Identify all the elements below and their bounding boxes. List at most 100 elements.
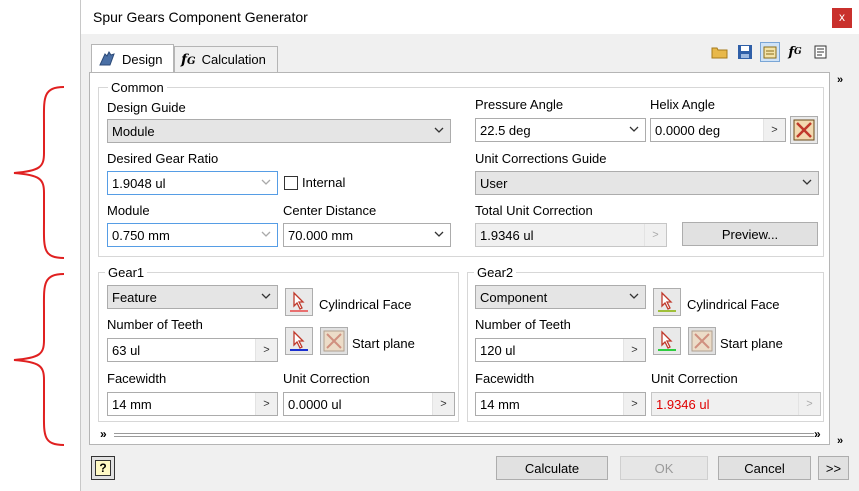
gear1-unit-correction-more-button[interactable]: > — [432, 393, 454, 415]
helix-direction-button[interactable] — [790, 116, 818, 144]
design-guide-select[interactable]: Module — [107, 119, 451, 143]
gear1-teeth-label: Number of Teeth — [107, 317, 203, 332]
chevron-down-icon — [261, 179, 271, 185]
help-icon: ? — [95, 460, 111, 476]
options-icon[interactable] — [760, 42, 780, 62]
gear1-start-plane-label: Start plane — [352, 336, 415, 351]
expand-right-icon-bottom[interactable]: » — [837, 435, 843, 447]
splitter-bar[interactable] — [114, 433, 814, 437]
gear2-start-plane-pick-button[interactable] — [653, 327, 681, 355]
annotation-brace-top — [13, 86, 65, 259]
gear1-teeth-field[interactable]: 63 ul > — [107, 338, 278, 362]
helix-angle-field[interactable]: 0.0000 deg > — [650, 118, 786, 142]
gear2-teeth-more-button[interactable]: > — [623, 339, 645, 361]
pressure-angle-field[interactable]: 22.5 deg — [475, 118, 646, 142]
collapse-down-icon[interactable]: » — [100, 427, 107, 441]
desired-gear-ratio-label: Desired Gear Ratio — [107, 151, 219, 166]
gear1-type-value: Feature — [112, 289, 157, 305]
tab-calculation[interactable]: fG Calculation — [174, 46, 278, 72]
open-folder-icon[interactable] — [710, 42, 730, 62]
design-gear-icon — [99, 51, 115, 66]
pressure-angle-label: Pressure Angle — [475, 97, 564, 112]
gear1-flip-button[interactable] — [320, 327, 348, 355]
center-distance-field[interactable]: 70.000 mm — [283, 223, 451, 247]
annotation-brace-bottom — [13, 273, 65, 446]
unit-corrections-guide-label: Unit Corrections Guide — [475, 151, 607, 166]
helix-angle-more-button[interactable]: > — [763, 119, 785, 141]
gear2-facewidth-field[interactable]: 14 mm > — [475, 392, 646, 416]
gear1-unit-correction-field[interactable]: 0.0000 ul > — [283, 392, 455, 416]
internal-label: Internal — [302, 175, 346, 190]
gear2-cylindrical-face-label: Cylindrical Face — [687, 297, 780, 312]
design-panel: Common Design Guide Module Desired Gear … — [89, 72, 830, 445]
desired-gear-ratio-field[interactable]: 1.9048 ul — [107, 171, 278, 195]
total-unit-correction-value: 1.9346 ul — [480, 227, 534, 243]
gear1-facewidth-more-button[interactable]: > — [255, 393, 277, 415]
gear1-type-select[interactable]: Feature — [107, 285, 278, 309]
chevron-down-icon — [261, 293, 271, 299]
gear1-unit-correction-label: Unit Correction — [283, 371, 370, 386]
tab-design-label: Design — [122, 51, 163, 67]
common-legend: Common — [108, 80, 167, 95]
design-guide-label: Design Guide — [107, 100, 186, 115]
select-arrow-icon — [290, 330, 308, 351]
gear2-type-select[interactable]: Component — [475, 285, 646, 309]
cancel-button[interactable]: Cancel — [718, 456, 811, 480]
gear2-facewidth-value: 14 mm — [480, 396, 520, 412]
gear2-facewidth-label: Facewidth — [475, 371, 535, 386]
pressure-angle-value: 22.5 deg — [480, 122, 531, 138]
center-distance-value: 70.000 mm — [288, 227, 354, 243]
collapse-down-icon-right[interactable]: » — [814, 427, 821, 441]
unit-corrections-guide-value: User — [480, 175, 508, 191]
save-icon[interactable] — [735, 42, 755, 62]
module-value: 0.750 mm — [112, 227, 170, 243]
fx-icon[interactable]: fG — [785, 42, 805, 62]
center-distance-label: Center Distance — [283, 203, 377, 218]
dialog-body: Design fG Calculation fG Common Design G… — [81, 34, 859, 491]
chevron-down-icon — [629, 293, 639, 299]
unit-corrections-guide-select[interactable]: User — [475, 171, 819, 195]
gear2-unit-correction-value: 1.9346 ul — [656, 396, 710, 412]
gear2-teeth-field[interactable]: 120 ul > — [475, 338, 646, 362]
flip-direction-icon — [323, 330, 345, 352]
gear1-start-plane-pick-button[interactable] — [285, 327, 313, 355]
help-button[interactable]: ? — [91, 456, 115, 480]
notes-icon[interactable] — [810, 42, 830, 62]
internal-checkbox[interactable] — [284, 176, 298, 190]
gear1-cylindrical-face-pick-button[interactable] — [285, 288, 313, 316]
helix-angle-label: Helix Angle — [650, 97, 716, 112]
preview-button[interactable]: Preview... — [682, 222, 818, 246]
expand-right-strip[interactable]: » » — [833, 74, 847, 447]
gear2-flip-button[interactable] — [688, 327, 716, 355]
gear2-teeth-value: 120 ul — [480, 342, 516, 358]
more-button[interactable]: >> — [818, 456, 849, 480]
chevron-down-icon — [434, 231, 444, 237]
gear2-facewidth-more-button[interactable]: > — [623, 393, 645, 415]
select-arrow-icon — [290, 291, 308, 312]
module-field[interactable]: 0.750 mm — [107, 223, 278, 247]
close-button[interactable]: x — [832, 8, 852, 28]
tab-calculation-label: Calculation — [201, 52, 266, 67]
gear1-facewidth-field[interactable]: 14 mm > — [107, 392, 278, 416]
gear1-cylindrical-face-label: Cylindrical Face — [319, 297, 412, 312]
gear1-legend: Gear1 — [105, 265, 148, 280]
window-title: Spur Gears Component Generator — [93, 9, 308, 25]
select-arrow-icon — [658, 291, 676, 312]
gear2-legend: Gear2 — [474, 265, 517, 280]
desired-gear-ratio-value: 1.9048 ul — [112, 175, 166, 191]
chevron-down-icon — [629, 126, 639, 132]
gear1-teeth-value: 63 ul — [112, 342, 141, 358]
helix-direction-icon — [793, 119, 815, 141]
helix-angle-value: 0.0000 deg — [655, 122, 721, 138]
gear2-unit-correction-label: Unit Correction — [651, 371, 738, 386]
select-arrow-icon — [658, 330, 676, 351]
gear2-cylindrical-face-pick-button[interactable] — [653, 288, 681, 316]
toolbar: fG — [710, 42, 830, 62]
tab-design[interactable]: Design — [91, 44, 174, 73]
chevron-down-icon — [434, 127, 444, 133]
calculate-button[interactable]: Calculate — [496, 456, 608, 480]
gear1-teeth-more-button[interactable]: > — [255, 339, 277, 361]
expand-right-icon[interactable]: » — [837, 74, 843, 86]
ok-button[interactable]: OK — [620, 456, 708, 480]
flip-direction-icon — [691, 330, 713, 352]
